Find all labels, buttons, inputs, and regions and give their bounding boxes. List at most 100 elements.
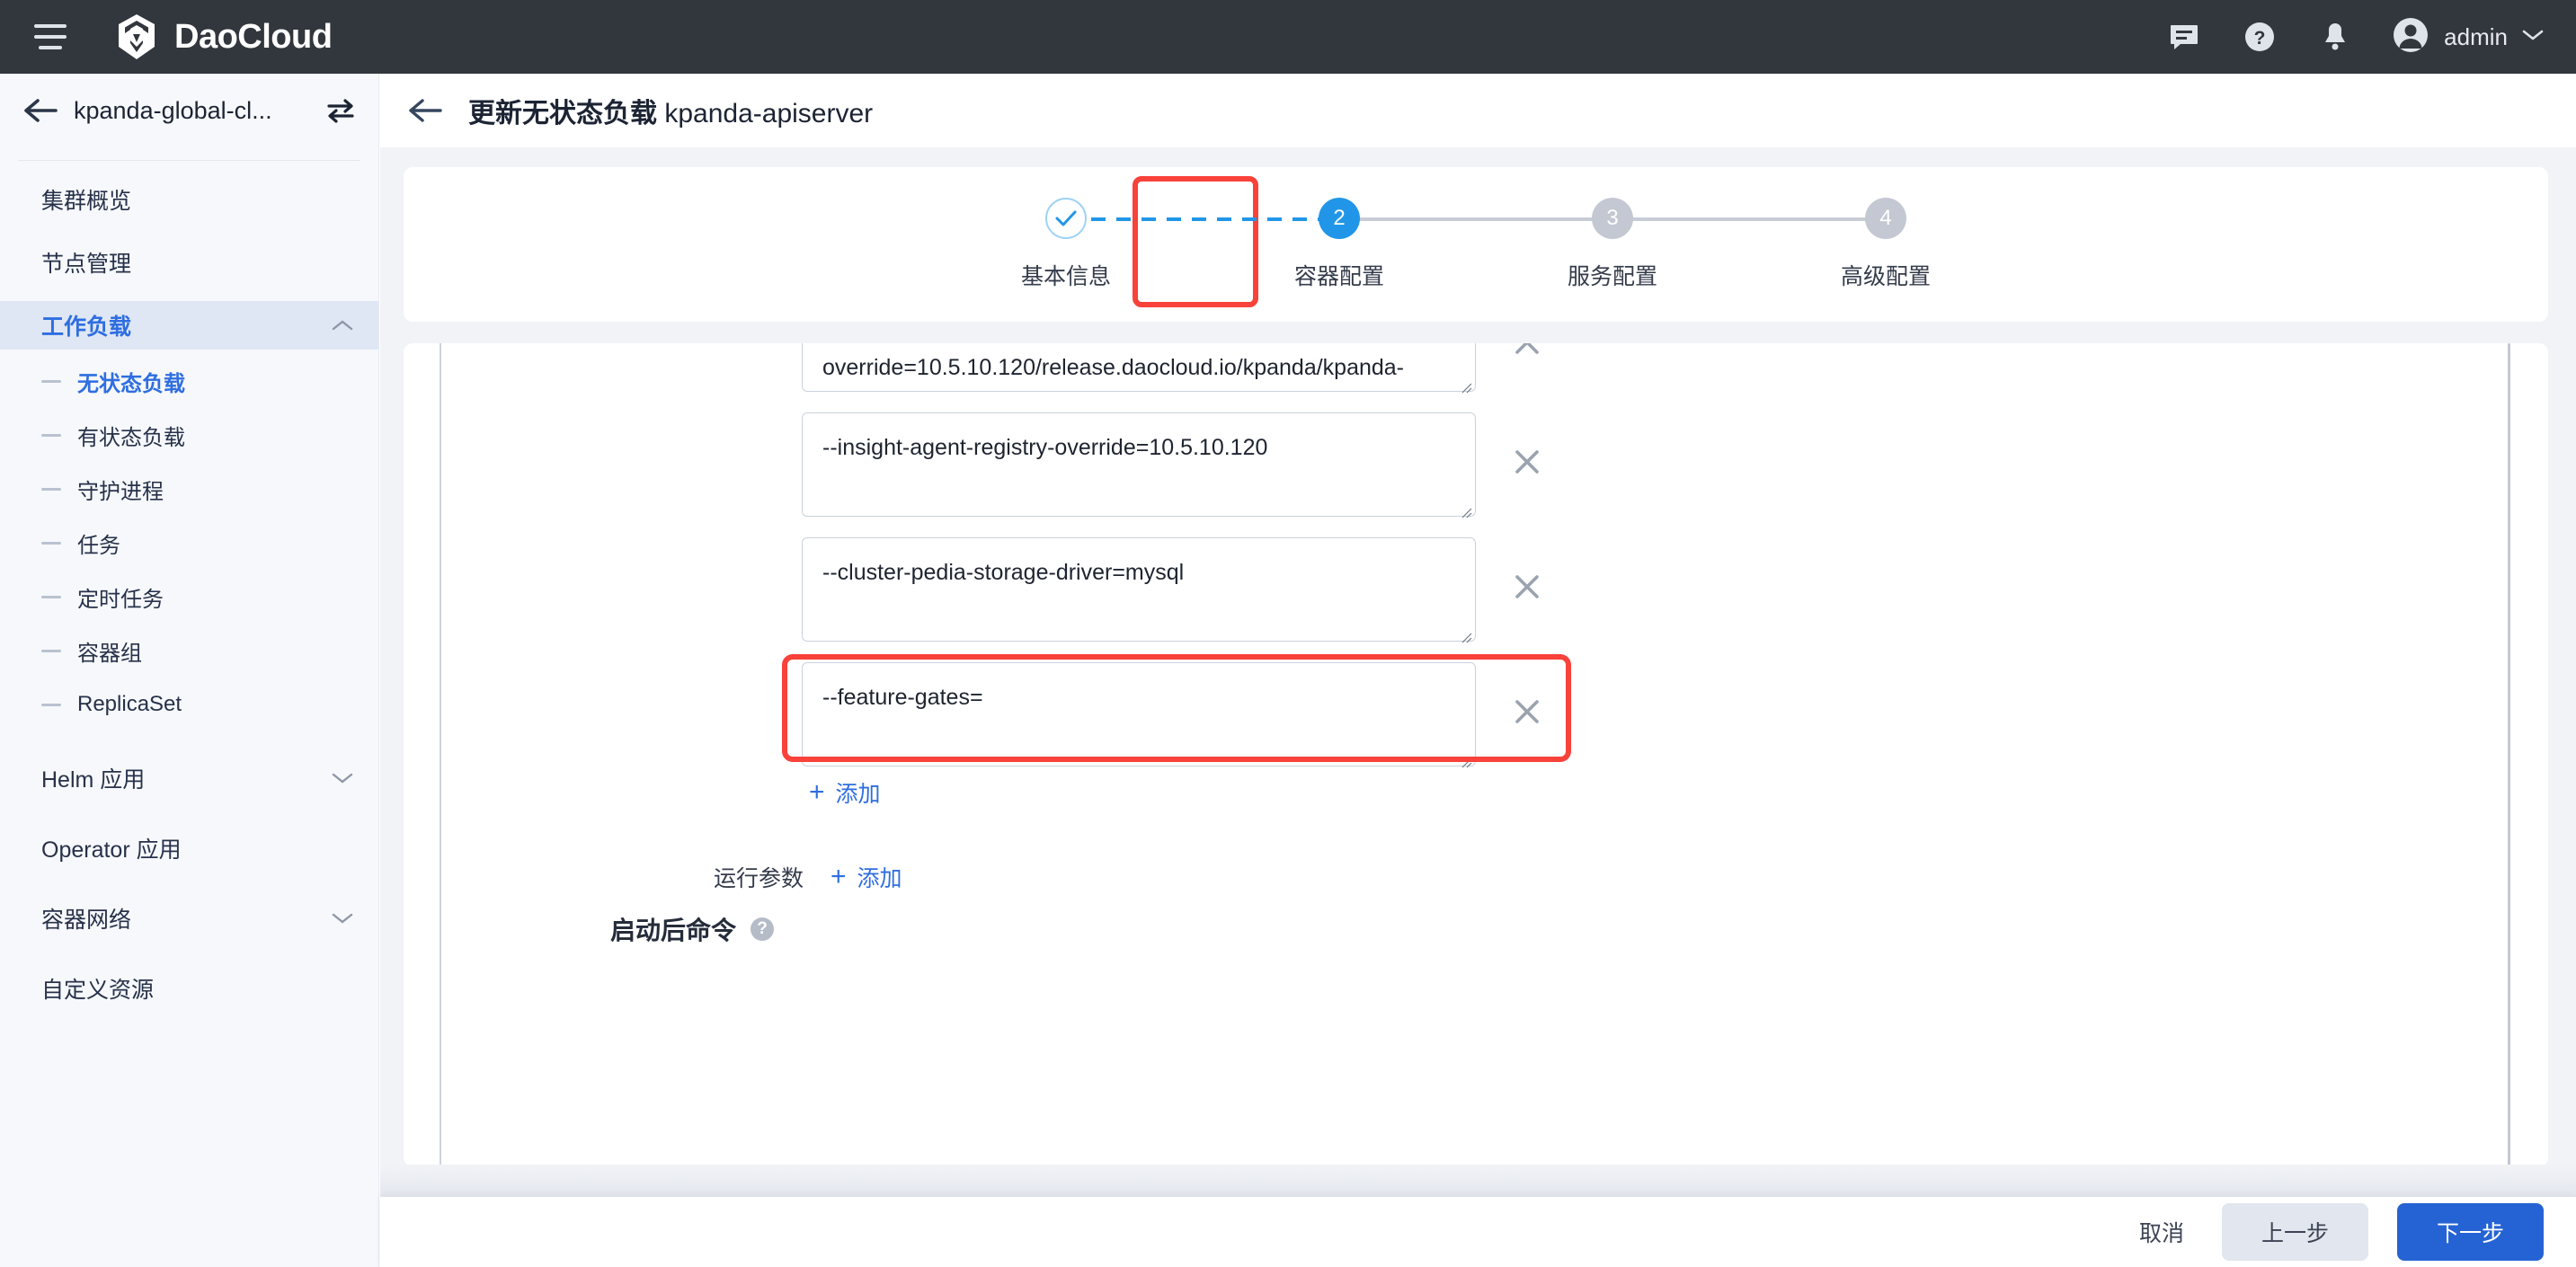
step-label: 容器配置 <box>1293 264 1384 289</box>
stepper-connector-2 <box>1339 217 1612 221</box>
main-region: 更新无状态负载 kpanda-apiserver 基本信息 2 容器配置 3 服… <box>380 74 2576 1267</box>
chevron-down-icon <box>2522 29 2544 46</box>
add-arg-button[interactable]: + 添加 <box>809 776 881 809</box>
stepper-step-advanced-config[interactable]: 4 高级配置 <box>1749 198 2022 291</box>
chevron-down-icon <box>332 767 353 789</box>
cluster-name[interactable]: kpanda-global-cl... <box>74 97 324 125</box>
sidebar-item-job[interactable]: 任务 <box>0 520 378 565</box>
message-icon[interactable] <box>2165 18 2203 56</box>
step-bubble-todo: 3 <box>1592 198 1633 239</box>
arg-textarea[interactable] <box>802 537 1476 642</box>
remove-arg-button[interactable] <box>1506 441 1548 483</box>
stepper-connector-1 <box>1066 217 1339 221</box>
sidebar-item-pod[interactable]: 容器组 <box>0 628 378 673</box>
help-icon[interactable]: ? <box>2241 18 2278 56</box>
back-arrow-icon[interactable] <box>20 90 61 131</box>
step-bubble-done <box>1045 198 1087 239</box>
dash-icon <box>41 379 61 383</box>
topbar-actions: ? admin <box>2165 16 2544 58</box>
sidebar-item-custom-resources[interactable]: 自定义资源 <box>0 964 378 1013</box>
sidebar-item-label: 容器网络 <box>41 908 132 933</box>
run-args-row: 运行参数 + 添加 <box>714 861 902 893</box>
sidebar-item-cronjob[interactable]: 定时任务 <box>0 574 378 619</box>
form-left-divider <box>440 343 441 1166</box>
startup-args-list: + 添加 <box>782 343 1571 809</box>
dash-icon <box>41 541 61 545</box>
sidebar-item-statefulset[interactable]: 有状态负载 <box>0 412 378 457</box>
sidebar-divider <box>18 160 360 161</box>
arg-textarea[interactable] <box>802 412 1476 517</box>
arg-textarea-wrap <box>802 537 1476 646</box>
sidebar-item-container-network[interactable]: 容器网络 <box>0 894 378 943</box>
sidebar-item-daemonset[interactable]: 守护进程 <box>0 466 378 511</box>
page-back-icon[interactable] <box>404 89 447 132</box>
bell-icon[interactable] <box>2316 18 2354 56</box>
brand-name: DaoCloud <box>174 17 333 56</box>
sidebar-item-node-management[interactable]: 节点管理 <box>0 238 378 287</box>
cancel-button[interactable]: 取消 <box>2130 1205 2193 1259</box>
add-arg-label: 添加 <box>835 782 881 807</box>
stepper-step-container-config[interactable]: 2 容器配置 <box>1203 198 1476 291</box>
sidebar-item-label: 定时任务 <box>77 587 164 612</box>
previous-step-button[interactable]: 上一步 <box>2221 1203 2368 1261</box>
sidebar-item-label: 有状态负载 <box>77 425 185 450</box>
arg-textarea-wrap <box>802 343 1476 396</box>
chevron-down-icon <box>332 908 353 929</box>
next-step-button[interactable]: 下一步 <box>2396 1203 2544 1261</box>
arg-textarea-wrap <box>802 662 1476 771</box>
user-name: admin <box>2444 22 2508 50</box>
arg-row-highlighted <box>802 662 1548 771</box>
arg-row <box>802 537 1548 646</box>
step-label: 高级配置 <box>1840 264 1931 289</box>
arg-row <box>802 343 1548 396</box>
arg-textarea[interactable] <box>802 662 1476 766</box>
question-mark-icon[interactable]: ? <box>751 917 775 941</box>
sidebar-item-label: 自定义资源 <box>41 978 155 1003</box>
step-bubble-current: 2 <box>1319 198 1360 239</box>
stepper: 基本信息 2 容器配置 3 服务配置 4 高级配置 <box>929 176 2022 307</box>
sidebar-item-deployment[interactable]: 无状态负载 <box>0 359 378 403</box>
stepper-card: 基本信息 2 容器配置 3 服务配置 4 高级配置 <box>404 167 2548 322</box>
remove-arg-button[interactable] <box>1506 566 1548 607</box>
sidebar-item-label: ReplicaSet <box>77 692 182 716</box>
page-header: 更新无状态负载 kpanda-apiserver <box>380 74 2576 147</box>
sidebar-item-label: 工作负载 <box>41 315 132 340</box>
sidebar-item-label: 容器组 <box>77 641 142 666</box>
top-bar: DaoCloud ? admin <box>0 0 2576 74</box>
sidebar-item-cluster-overview[interactable]: 集群概览 <box>0 175 378 224</box>
sidebar-item-label: 节点管理 <box>41 252 132 277</box>
remove-arg-button[interactable] <box>1506 691 1548 732</box>
add-run-arg-button[interactable]: + 添加 <box>831 861 902 893</box>
step-bubble-todo: 4 <box>1865 198 1906 239</box>
cluster-header: kpanda-global-cl... <box>0 74 378 147</box>
sidebar-item-label: 守护进程 <box>77 479 164 504</box>
svg-text:?: ? <box>2254 28 2266 49</box>
step-label: 基本信息 <box>1020 264 1111 289</box>
dash-icon <box>41 433 61 437</box>
page-title: 更新无状态负载 kpanda-apiserver <box>468 91 873 130</box>
run-args-label: 运行参数 <box>714 866 804 891</box>
plus-icon: + <box>809 777 825 807</box>
sidebar-item-label: 任务 <box>77 533 120 558</box>
sidebar-item-workloads[interactable]: 工作负载 <box>0 301 378 350</box>
container-config-form-card: + 添加 运行参数 + 添加 启动后命令 ? <box>404 343 2548 1166</box>
form-scroll-divider[interactable] <box>2508 343 2510 1166</box>
sidebar-item-operator-apps[interactable]: Operator 应用 <box>0 824 378 873</box>
switch-cluster-icon[interactable] <box>324 94 357 127</box>
arg-textarea[interactable] <box>802 343 1476 392</box>
stepper-connector-3 <box>1612 217 1886 221</box>
add-run-arg-label: 添加 <box>857 866 902 891</box>
sidebar-item-replicaset[interactable]: ReplicaSet <box>0 682 378 727</box>
sidebar-item-helm-apps[interactable]: Helm 应用 <box>0 754 378 802</box>
stepper-step-basic-info[interactable]: 基本信息 <box>929 198 1203 291</box>
dash-icon <box>41 649 61 652</box>
user-menu[interactable]: admin <box>2392 16 2544 58</box>
dash-icon <box>41 703 61 706</box>
dash-icon <box>41 595 61 598</box>
sidebar-item-label: 无状态负载 <box>77 371 185 396</box>
remove-arg-button[interactable] <box>1506 343 1548 363</box>
brand-logo[interactable]: DaoCloud <box>113 13 333 61</box>
plus-icon: + <box>831 862 847 891</box>
stepper-step-service-config[interactable]: 3 服务配置 <box>1476 198 1749 291</box>
hamburger-icon[interactable] <box>31 17 70 57</box>
